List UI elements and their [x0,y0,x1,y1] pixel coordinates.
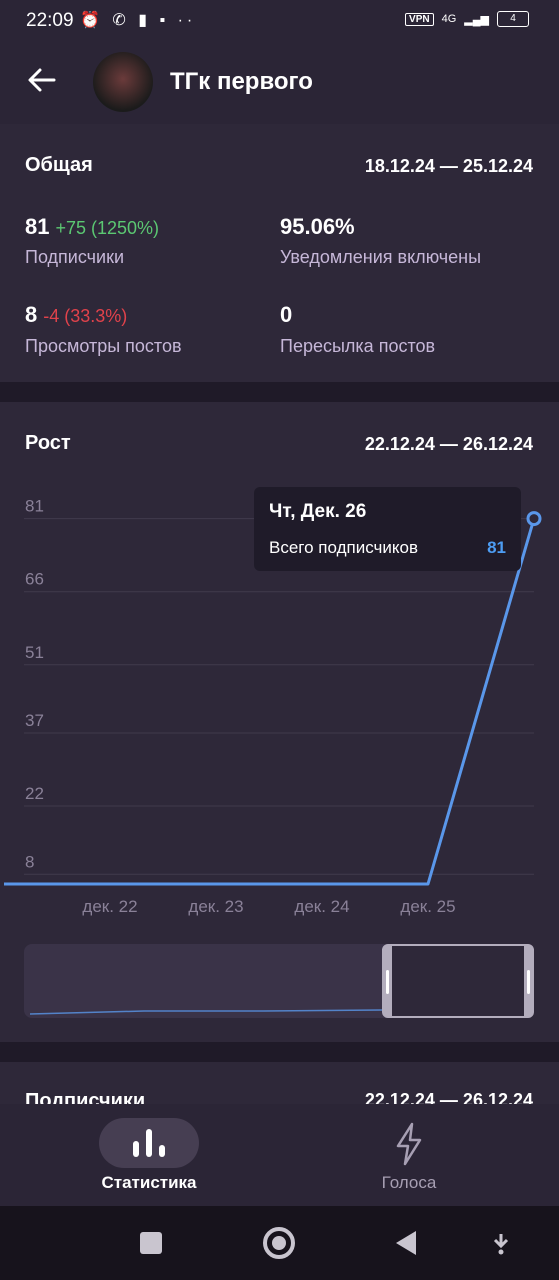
battery-icon: 4 [497,11,529,27]
tooltip-value: 81 [487,538,506,557]
overview-card: Общая 18.12.24 — 25.12.24 81 +75 (1250%) … [0,124,559,382]
stat-subscribers-value: 81 +75 (1250%) [25,214,160,239]
stat-subscribers-delta: +75 (1250%) [55,218,160,238]
stat-views-value: 8 -4 (33.3%) [25,302,128,327]
stat-subscribers-label: Подписчики [25,247,125,267]
lightning-icon[interactable] [394,1122,424,1166]
notification-icons: ⏰ ✆ ▮ ▪ ·· [80,12,197,29]
home-circle-icon[interactable] [263,1227,295,1259]
square-icon[interactable] [140,1232,162,1254]
stat-views-label: Просмотры постов [25,336,182,356]
growth-title: Рост [25,432,71,454]
growth-range: 22.12.24 — 26.12.24 [364,434,533,454]
download-icon[interactable] [491,1232,511,1256]
overview-title: Общая [25,154,93,176]
tab-voices-label[interactable]: Голоса [339,1173,479,1193]
y-tick-label: 8 [25,852,34,871]
y-tick-label: 81 [25,497,44,516]
chart-tooltip: Чт, Дек. 26 Всего подписчиков 81 [254,487,521,571]
y-tick-label: 66 [25,570,44,589]
tooltip-label: Всего подписчиков [269,538,418,557]
vpn-badge: VPN [405,12,434,26]
section-divider [0,1042,559,1062]
tooltip-date: Чт, Дек. 26 [269,501,367,522]
chart-range-navigator[interactable] [24,944,534,1018]
bottom-nav: Статистика Голоса [0,1104,559,1206]
system-nav-bar [0,1206,559,1280]
growth-card: Рост 22.12.24 — 26.12.24 81 66 51 37 22 8 дек.… [0,402,559,1042]
section-divider [0,382,559,402]
stat-views-delta: -4 (33.3%) [43,306,128,326]
x-tick-label: дек. 24 [294,897,349,916]
tab-statistics-label[interactable]: Статистика [79,1173,219,1193]
series-line [4,518,536,886]
channel-avatar[interactable] [93,52,153,112]
back-triangle-icon[interactable] [394,1230,418,1256]
tab-statistics-pill[interactable] [99,1118,199,1168]
status-bar: 22:09 ⏰ ✆ ▮ ▪ ·· VPN 4G ▂▄▆ 4 [0,0,559,40]
page-title: ТГк первого [170,68,313,95]
app-header: ТГк первого [0,40,559,124]
x-tick-label: дек. 22 [82,897,137,916]
navigator-window[interactable] [382,944,534,1018]
status-right: VPN 4G ▂▄▆ 4 [405,11,529,27]
data-point-selected[interactable] [526,511,542,527]
stat-notifications-label: Уведомления включены [280,247,482,267]
y-tick-label: 51 [25,643,44,662]
overview-range: 18.12.24 — 25.12.24 [364,156,533,176]
status-time: 22:09 [26,10,74,31]
stat-notifications-value: 95.06% [280,214,355,239]
network-label: 4G [441,13,457,25]
y-tick-label: 37 [25,711,44,730]
navigator-left-handle[interactable] [386,970,389,994]
arrow-left-icon[interactable] [26,64,58,96]
stat-shares-label: Пересылка постов [280,336,436,356]
y-tick-label: 22 [25,784,44,803]
stat-shares-value: 0 [280,302,293,327]
x-tick-label: дек. 25 [400,897,455,916]
x-tick-label: дек. 23 [188,897,243,916]
navigator-right-handle[interactable] [527,970,530,994]
bar-chart-icon [133,1129,165,1157]
signal-icon: ▂▄▆ [464,13,489,26]
